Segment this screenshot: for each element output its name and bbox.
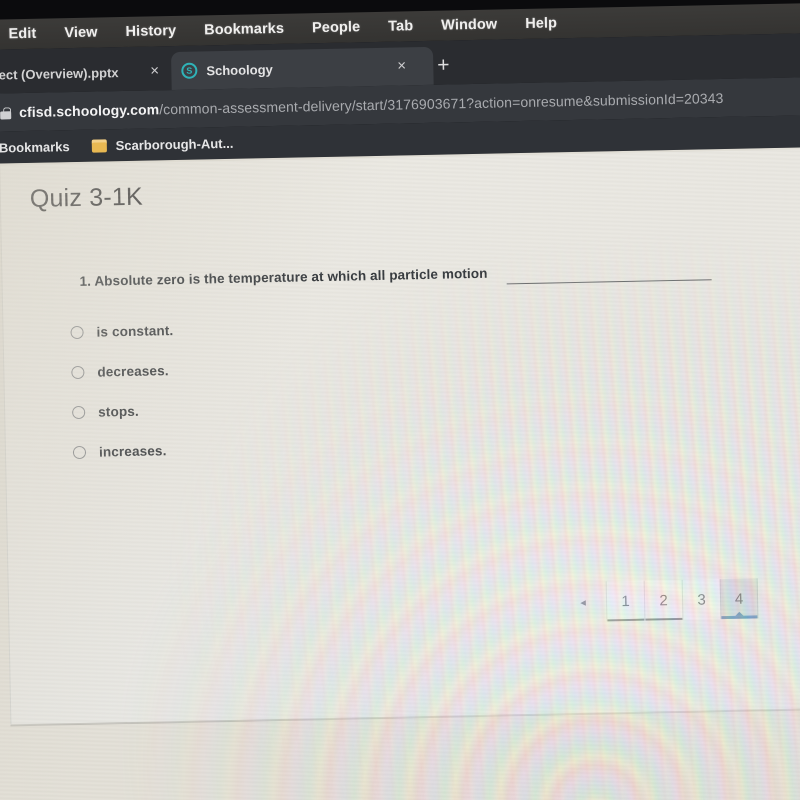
url-host: cfisd.schoology.com (18, 101, 160, 121)
answer-choice-2[interactable]: stops. (72, 402, 175, 421)
radio-button-icon[interactable] (70, 325, 84, 340)
pagination-prev-icon[interactable]: ◂ (560, 581, 607, 622)
folder-icon (91, 138, 107, 153)
question-pagination: ◂ 1 2 3 4 (560, 578, 759, 622)
photographed-laptop-screen: Edit View History Bookmarks People Tab W… (0, 0, 800, 800)
menu-item-view[interactable]: View (64, 25, 98, 42)
web-page-viewport: Quiz 3-1K 1. Absolute zero is the temper… (0, 146, 800, 800)
page-title: Quiz 3-1K (29, 182, 144, 213)
bookmarks-label[interactable]: Bookmarks (0, 139, 70, 155)
answer-choice-1[interactable]: decreases. (71, 362, 174, 381)
lock-icon (0, 106, 12, 120)
url-path: /common-assessment-delivery/start/317690… (159, 89, 724, 118)
answer-choice-label: increases. (98, 443, 167, 460)
answer-choice-list: is constant. decreases. stops. increases… (70, 322, 176, 461)
current-page-caret-icon (734, 611, 745, 617)
answer-choice-label: is constant. (96, 323, 174, 340)
url-text: cfisd.schoology.com/common-assessment-de… (19, 90, 724, 120)
bookmark-item-scarborough[interactable]: Scarborough-Aut... (91, 135, 233, 153)
pagination-page-3[interactable]: 3 (681, 579, 721, 620)
pagination-page-label: 4 (734, 590, 744, 608)
answer-choice-3[interactable]: increases. (72, 442, 176, 461)
tab-schoology[interactable]: S Schoology (170, 46, 434, 91)
answer-choice-0[interactable]: is constant. (70, 322, 174, 341)
pagination-page-2[interactable]: 2 (643, 579, 683, 621)
radio-button-icon[interactable] (72, 405, 86, 420)
answer-choice-label: decreases. (97, 363, 169, 380)
pagination-page-1[interactable]: 1 (605, 580, 645, 622)
radio-button-icon[interactable] (72, 445, 87, 460)
schoology-favicon-icon: S (181, 62, 198, 79)
answer-choice-label: stops. (98, 403, 139, 420)
tab-close-icon-project[interactable]: × (150, 62, 159, 79)
pagination-page-4[interactable]: 4 (719, 578, 759, 620)
menu-item-history[interactable]: History (125, 23, 176, 40)
pagination-numbers: 1 2 3 4 (605, 578, 759, 622)
menu-item-bookmarks[interactable]: Bookmarks (204, 21, 284, 39)
menu-item-people[interactable]: People (312, 19, 360, 36)
tab-close-icon-schoology[interactable]: × (397, 57, 406, 74)
menu-item-help[interactable]: Help (525, 15, 557, 32)
menu-item-window[interactable]: Window (441, 17, 497, 34)
menu-item-tab[interactable]: Tab (388, 18, 413, 34)
tab-project-overview[interactable]: Project (Overview).pptx (0, 52, 164, 94)
tab-title: Schoology (206, 61, 273, 78)
menu-item-edit[interactable]: Edit (8, 26, 36, 43)
browser-window: Edit View History Bookmarks People Tab W… (0, 0, 800, 800)
tab-title: Project (Overview).pptx (0, 64, 119, 83)
new-tab-button[interactable]: + (437, 53, 450, 76)
radio-button-icon[interactable] (71, 365, 85, 380)
question-number: 1. (79, 273, 92, 289)
bookmark-label: Scarborough-Aut... (115, 135, 234, 153)
